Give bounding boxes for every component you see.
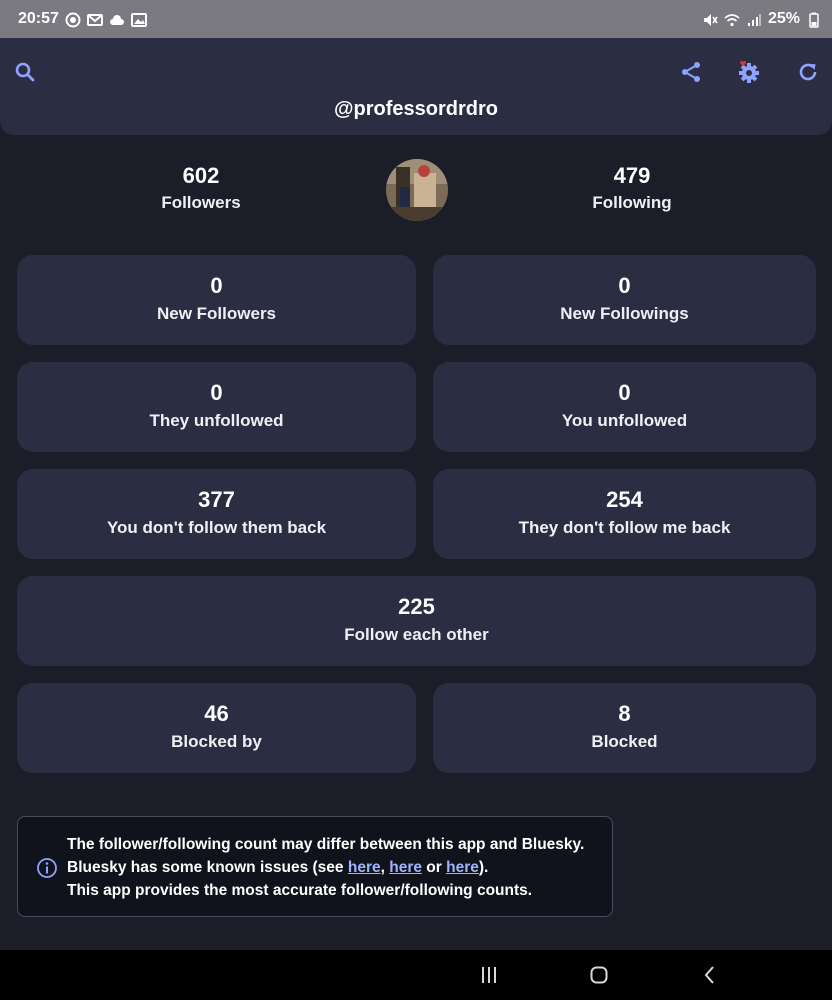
system-nav-bar: [0, 950, 832, 1000]
known-issue-link-2[interactable]: here: [389, 859, 422, 876]
search-icon[interactable]: [11, 58, 39, 86]
card-value: 377: [198, 487, 235, 512]
status-left: 20:57: [18, 10, 147, 28]
refresh-icon[interactable]: [794, 58, 822, 86]
mail-icon: [86, 12, 103, 26]
followers-count: 602: [182, 163, 220, 188]
known-issue-link-3[interactable]: here: [446, 859, 479, 876]
wifi-icon: [724, 12, 740, 27]
card-label: You unfollowed: [561, 411, 688, 430]
chat-bubble-icon: [65, 12, 81, 28]
card-value: 0: [210, 273, 223, 298]
image-icon: [130, 12, 147, 27]
new-followings-card[interactable]: 0 New Followings: [433, 255, 816, 345]
card-value: 0: [618, 273, 631, 298]
followers-label: Followers: [161, 193, 241, 212]
blocked-by-card[interactable]: 46 Blocked by: [17, 683, 416, 773]
home-icon[interactable]: [585, 962, 613, 988]
following-label: Following: [592, 193, 672, 212]
card-value: 254: [606, 487, 643, 512]
back-icon[interactable]: [696, 962, 724, 988]
card-label: You don't follow them back: [106, 518, 327, 537]
not-following-back-card[interactable]: 377 You don't follow them back: [17, 469, 416, 559]
card-value: 0: [618, 380, 631, 405]
app-header: @professordrdro: [0, 38, 832, 135]
settings-icon[interactable]: [735, 58, 763, 86]
share-icon[interactable]: [677, 58, 705, 86]
status-time: 20:57: [18, 10, 59, 27]
info-line-2: Bluesky has some known issues (see here,…: [67, 856, 607, 879]
battery-percent: 25%: [767, 10, 800, 27]
battery-icon: [806, 12, 819, 28]
info-line-1: The follower/following count may differ …: [67, 836, 585, 853]
blocked-card[interactable]: 8 Blocked: [433, 683, 816, 773]
mute-icon: [702, 12, 718, 26]
info-line-2-suffix: ).: [478, 859, 489, 876]
info-line-3: This app provides the most accurate foll…: [67, 882, 533, 899]
info-line-2-prefix: Bluesky has some known issues (see: [67, 859, 348, 876]
status-bar: 20:57 25%: [0, 0, 832, 38]
card-label: Blocked by: [171, 732, 262, 751]
card-value: 8: [618, 701, 631, 726]
info-separator-2: or: [421, 859, 447, 876]
they-unfollowed-card[interactable]: 0 They unfollowed: [17, 362, 416, 452]
card-label: New Followings: [560, 304, 689, 323]
not-followed-back-card[interactable]: 254 They don't follow me back: [433, 469, 816, 559]
following-count: 479: [613, 163, 651, 188]
info-text: The follower/following count may differ …: [67, 833, 607, 902]
card-label: They don't follow me back: [518, 518, 731, 537]
card-label: New Followers: [156, 304, 277, 323]
you-unfollowed-card[interactable]: 0 You unfollowed: [433, 362, 816, 452]
avatar[interactable]: [386, 159, 448, 221]
profile-handle: @professordrdro: [334, 98, 498, 120]
card-value: 46: [204, 701, 229, 726]
card-label: They unfollowed: [149, 411, 284, 430]
mutual-follow-card[interactable]: 225 Follow each other: [17, 576, 816, 666]
signal-icon: [746, 12, 762, 26]
info-icon: [36, 857, 58, 879]
known-issue-link-1[interactable]: here: [348, 859, 381, 876]
card-value: 0: [210, 380, 223, 405]
recent-apps-icon[interactable]: [475, 962, 503, 988]
info-notice: The follower/following count may differ …: [17, 816, 613, 917]
following-stat[interactable]: 479 Following: [532, 162, 732, 216]
card-value: 225: [398, 594, 435, 619]
followers-stat[interactable]: 602 Followers: [101, 162, 301, 216]
cloud-icon: [109, 12, 125, 26]
info-separator-1: ,: [380, 859, 390, 876]
card-label: Follow each other: [344, 625, 489, 644]
new-followers-card[interactable]: 0 New Followers: [17, 255, 416, 345]
status-right: 25%: [702, 10, 819, 28]
card-label: Blocked: [591, 732, 658, 751]
